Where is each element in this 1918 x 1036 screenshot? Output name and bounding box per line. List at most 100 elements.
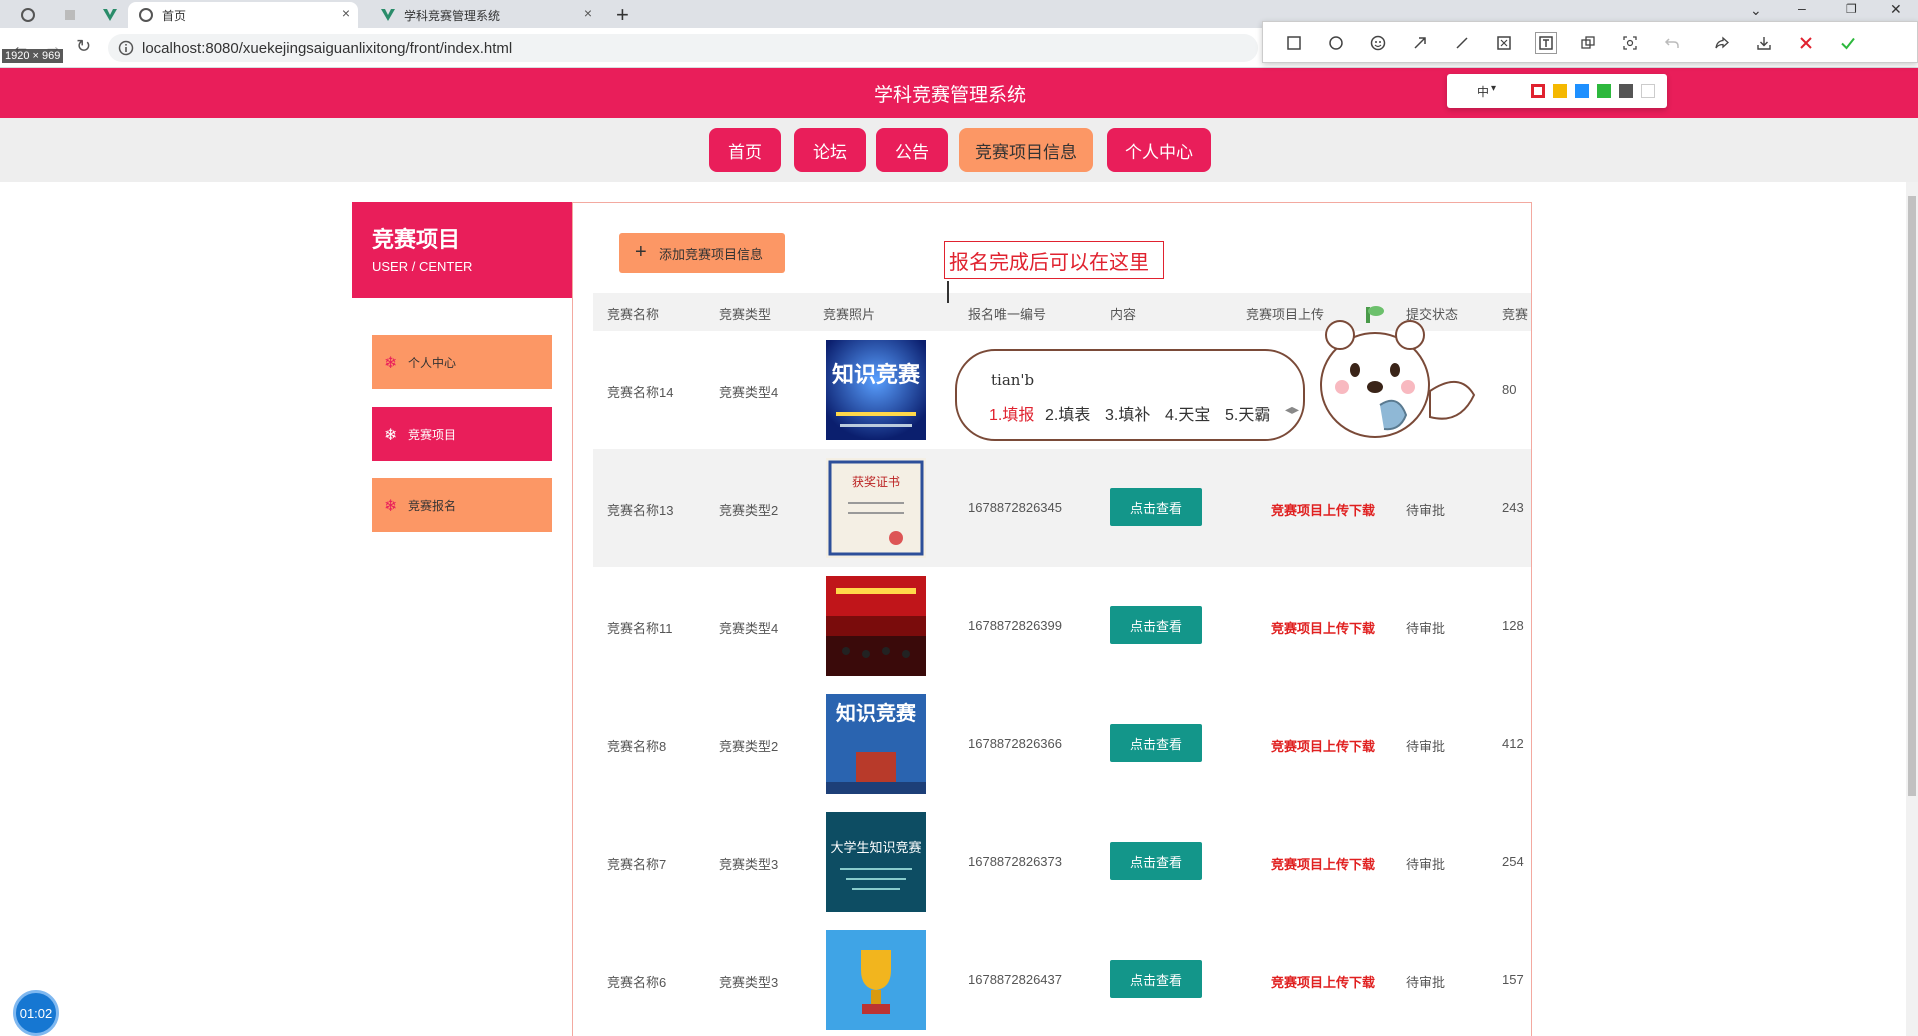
- url-text: localhost:8080/xuekejingsaiguanlixitong/…: [142, 40, 513, 57]
- pin-tool-icon[interactable]: [1577, 32, 1599, 54]
- cancel-icon[interactable]: [1795, 32, 1817, 54]
- table-row[interactable]: 竞赛名称7 竞赛类型3 大学生知识竞赛 1678872826373 点击查看 竞…: [593, 803, 1531, 921]
- table-row[interactable]: 竞赛名称8 竞赛类型2 知识竞赛 1678872826366 点击查看 竞赛项目…: [593, 685, 1531, 803]
- photo-caption: 知识竞赛: [832, 362, 921, 388]
- tab-label: 首页: [162, 8, 187, 23]
- tab-home[interactable]: 首页 ×: [128, 2, 358, 28]
- sidebar-item-label: 竞赛项目: [408, 427, 457, 442]
- page-scrollbar[interactable]: [1906, 182, 1918, 1036]
- download-icon[interactable]: [1753, 32, 1775, 54]
- blank-page-icon: [65, 10, 75, 20]
- sidebar-item-registration[interactable]: ❄ 竞赛报名: [372, 478, 552, 532]
- chevron-down-icon: ▾: [1491, 83, 1497, 94]
- scrollbar-thumb[interactable]: [1908, 196, 1916, 796]
- tab-search-icon[interactable]: ⌄: [1750, 2, 1762, 19]
- ime-candidate-3[interactable]: 3.填补: [1105, 401, 1150, 425]
- page-arrows-icon[interactable]: ◂▸: [1285, 401, 1299, 418]
- new-tab-button[interactable]: +: [616, 2, 629, 28]
- col-photo: 竞赛照片: [823, 307, 876, 322]
- cell-extra: 157: [1502, 972, 1524, 987]
- view-button[interactable]: 点击查看: [1110, 842, 1202, 880]
- color-swatch-gray[interactable]: [1619, 84, 1633, 98]
- share-icon[interactable]: [1711, 32, 1733, 54]
- ime-candidate-2[interactable]: 2.填表: [1045, 401, 1090, 425]
- color-swatch-blue[interactable]: [1575, 84, 1589, 98]
- upload-download-link[interactable]: 竞赛项目上传下载: [1271, 618, 1375, 637]
- nav-announcement[interactable]: 公告: [876, 128, 948, 172]
- sidebar-item-competition[interactable]: ❄ 竞赛项目: [372, 407, 552, 461]
- competition-photo[interactable]: 知识竞赛: [826, 694, 926, 794]
- color-swatch-yellow[interactable]: [1553, 84, 1567, 98]
- color-swatch-red[interactable]: [1531, 84, 1545, 98]
- view-button[interactable]: 点击查看: [1110, 488, 1202, 526]
- reload-icon[interactable]: ↻: [76, 36, 91, 57]
- cell-number: 1678872826366: [968, 736, 1062, 751]
- cell-number: 1678872826437: [968, 972, 1062, 987]
- view-button[interactable]: 点击查看: [1110, 960, 1202, 998]
- window-close-icon[interactable]: ✕: [1890, 1, 1902, 18]
- view-button[interactable]: 点击查看: [1110, 724, 1202, 762]
- minimize-icon[interactable]: –: [1798, 0, 1806, 16]
- ime-candidate-1[interactable]: 1.填报: [989, 401, 1034, 425]
- tab-competition-system[interactable]: 学科竞赛管理系统 ×: [370, 2, 600, 28]
- competition-photo[interactable]: 大学生知识竞赛: [826, 812, 926, 912]
- tab-label: 学科竞赛管理系统: [404, 8, 501, 23]
- ellipse-tool-icon[interactable]: [1325, 32, 1347, 54]
- table-row[interactable]: 竞赛名称13 竞赛类型2 获奖证书 1678872826345 点击查看 竞赛项…: [593, 449, 1531, 567]
- competition-photo[interactable]: [826, 930, 926, 1030]
- cell-type: 竞赛类型2: [719, 503, 779, 518]
- color-swatch-green[interactable]: [1597, 84, 1611, 98]
- nav-personal-center[interactable]: 个人中心: [1107, 128, 1211, 172]
- url-field[interactable]: localhost:8080/xuekejingsaiguanlixitong/…: [108, 34, 1258, 62]
- sidebar-item-personal-center[interactable]: ❄ 个人中心: [372, 335, 552, 389]
- snowflake-icon: ❄: [384, 355, 398, 372]
- mosaic-tool-icon[interactable]: [1493, 32, 1515, 54]
- arrow-tool-icon[interactable]: [1409, 32, 1431, 54]
- cell-type: 竞赛类型4: [719, 621, 779, 636]
- undo-icon[interactable]: [1661, 32, 1683, 54]
- competition-photo[interactable]: 知识竞赛: [826, 340, 926, 440]
- cell-name: 竞赛名称6: [607, 975, 667, 990]
- text-tool-icon[interactable]: [1535, 32, 1557, 54]
- close-icon[interactable]: ×: [342, 5, 350, 21]
- upload-download-link[interactable]: 竞赛项目上传下载: [1271, 736, 1375, 755]
- sidebar-header: 竞赛项目 USER / CENTER: [352, 202, 572, 298]
- ocr-tool-icon[interactable]: [1619, 32, 1641, 54]
- cell-extra: 412: [1502, 736, 1524, 751]
- table-row[interactable]: 竞赛名称11 竞赛类型4 1678872826399 点击查看 竞赛项目上传下载…: [593, 567, 1531, 685]
- vue-logo-icon: [381, 9, 395, 21]
- confirm-icon[interactable]: [1837, 32, 1859, 54]
- line-tool-icon[interactable]: [1451, 32, 1473, 54]
- upload-download-link[interactable]: 竞赛项目上传下载: [1271, 500, 1375, 519]
- upload-download-link[interactable]: 竞赛项目上传下载: [1271, 854, 1375, 873]
- emoji-tool-icon[interactable]: [1367, 32, 1389, 54]
- view-button[interactable]: 点击查看: [1110, 606, 1202, 644]
- cell-name: 竞赛名称11: [607, 621, 673, 636]
- size-select[interactable]: 中: [1477, 83, 1489, 100]
- cell-number: 1678872826345: [968, 500, 1062, 515]
- nav-competition-info[interactable]: 竞赛项目信息: [959, 128, 1093, 172]
- nav-home[interactable]: 首页: [709, 128, 781, 172]
- add-competition-button[interactable]: + 添加竞赛项目信息: [619, 233, 785, 273]
- cell-name: 竞赛名称8: [607, 739, 667, 754]
- ime-candidate-5[interactable]: 5.天霸: [1225, 401, 1270, 425]
- table-row[interactable]: 竞赛名称6 竞赛类型3 1678872826437 点击查看 竞赛项目上传下载 …: [593, 921, 1531, 1036]
- annotation-text-box[interactable]: 报名完成后可以在这里: [944, 241, 1164, 279]
- cell-name: 竞赛名称13: [607, 503, 674, 518]
- nav-forum[interactable]: 论坛: [794, 128, 866, 172]
- ime-candidate-window: tian'b 1.填报 2.填表 3.填补 4.天宝 5.天霸 ◂▸: [955, 349, 1305, 441]
- tab-pinned-3[interactable]: [92, 2, 128, 28]
- upload-download-link[interactable]: 竞赛项目上传下载: [1271, 972, 1375, 991]
- competition-photo[interactable]: 获奖证书: [826, 458, 926, 558]
- competition-photo[interactable]: [826, 576, 926, 676]
- tab-pinned-1[interactable]: [6, 2, 42, 28]
- recording-timer[interactable]: 01:02: [13, 990, 59, 1036]
- tab-pinned-2[interactable]: [48, 2, 84, 28]
- cell-status: 待审批: [1406, 975, 1446, 990]
- rectangle-tool-icon[interactable]: [1283, 32, 1305, 54]
- text-cursor: [947, 281, 949, 303]
- restore-icon[interactable]: ❐: [1846, 2, 1857, 16]
- color-swatch-white[interactable]: [1641, 84, 1655, 98]
- ime-candidate-4[interactable]: 4.天宝: [1165, 401, 1210, 425]
- close-icon[interactable]: ×: [584, 5, 592, 21]
